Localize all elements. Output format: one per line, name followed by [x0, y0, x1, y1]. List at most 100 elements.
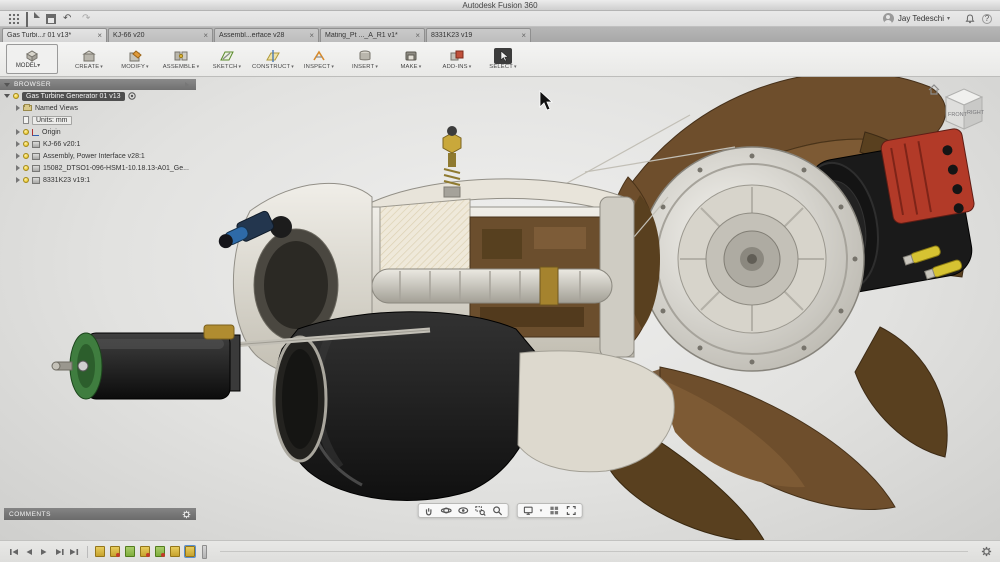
document-tab[interactable]: Gas Turbi...r 01 v13* × — [2, 28, 107, 42]
timeline-bar — [0, 540, 1000, 562]
comments-bar[interactable]: COMMENTS — [4, 508, 196, 520]
skip-to-end-icon[interactable] — [68, 546, 80, 558]
visibility-bulb-icon[interactable] — [23, 141, 29, 147]
chevron-right-icon[interactable] — [185, 82, 189, 88]
assemble-icon — [172, 48, 190, 64]
pan-icon[interactable] — [424, 505, 435, 516]
timeline-feature-icon[interactable] — [170, 546, 180, 557]
browser-root-item[interactable]: Gas Turbine Generator 01 v13 — [0, 90, 210, 102]
document-tab[interactable]: Mating_Pt ..._A_R1 v1* × — [320, 28, 425, 42]
browser-item-origin[interactable]: Origin — [0, 126, 210, 138]
viewcube-right-label[interactable]: RIGHT — [967, 110, 985, 116]
timeline-feature-icon[interactable] — [125, 546, 135, 557]
visibility-bulb-icon[interactable] — [23, 129, 29, 135]
grid-layout-icon[interactable] — [548, 505, 559, 516]
user-avatar[interactable] — [883, 13, 894, 24]
workspace-selector[interactable]: MODEL▾ — [6, 44, 58, 74]
home-icon[interactable] — [929, 85, 939, 94]
close-icon[interactable]: × — [309, 31, 314, 40]
timeline-feature-icon[interactable] — [140, 546, 150, 557]
document-tab[interactable]: 8331K23 v19 × — [426, 28, 531, 42]
expand-arrow-icon[interactable] — [4, 94, 10, 98]
timeline-position-marker[interactable] — [202, 545, 207, 559]
close-icon[interactable]: × — [521, 31, 526, 40]
close-icon[interactable]: × — [97, 31, 102, 40]
chevron-down-icon: ▾ — [239, 64, 242, 70]
chevron-down-icon[interactable]: ▾ — [540, 508, 543, 514]
activate-component-icon[interactable] — [128, 92, 136, 100]
zoom-window-icon[interactable] — [475, 505, 486, 516]
quick-access-bar: ↶ ↷ Jay Tedeschi ▾ ? — [0, 11, 1000, 27]
ribbon-group-assemble[interactable]: ASSEMBLE▾ — [158, 43, 204, 75]
expand-arrow-icon[interactable] — [16, 105, 20, 111]
timeline-feature-icon[interactable] — [110, 546, 120, 557]
notifications-icon[interactable] — [964, 13, 976, 25]
orbit-icon[interactable] — [441, 505, 452, 516]
ribbon-group-addins[interactable]: ADD-INS▾ — [434, 43, 480, 75]
inspect-icon — [310, 48, 328, 64]
lower-cowl[interactable] — [518, 351, 674, 472]
ribbon-group-construct[interactable]: CONSTRUCT▾ — [250, 43, 296, 75]
display-settings-icon[interactable] — [523, 505, 534, 516]
collapse-icon[interactable] — [4, 83, 10, 87]
compressor-housing[interactable] — [640, 147, 864, 371]
modify-icon — [126, 48, 144, 64]
chevron-down-icon: ▾ — [146, 64, 149, 70]
viewcube[interactable]: FRONT RIGHT — [926, 81, 990, 145]
timeline-feature-icon[interactable] — [95, 546, 105, 557]
expand-arrow-icon[interactable] — [16, 177, 20, 183]
close-icon[interactable]: × — [203, 31, 208, 40]
ribbon-group-sketch[interactable]: SKETCH▾ — [204, 43, 250, 75]
browser-item-units[interactable]: Units: mm — [0, 114, 210, 126]
document-tab[interactable]: Assembl...erface v28 × — [214, 28, 319, 42]
skip-to-start-icon[interactable] — [8, 546, 20, 558]
fullscreen-icon[interactable] — [565, 505, 576, 516]
addins-icon — [448, 48, 466, 64]
create-icon — [80, 48, 98, 64]
root-component-label[interactable]: Gas Turbine Generator 01 v13 — [22, 92, 125, 101]
ribbon-group-create[interactable]: CREATE▾ — [66, 43, 112, 75]
ribbon-group-make[interactable]: MAKE▾ — [388, 43, 434, 75]
chevron-down-icon[interactable]: ▾ — [947, 15, 950, 22]
visibility-bulb-icon[interactable] — [23, 153, 29, 159]
expand-arrow-icon[interactable] — [16, 129, 20, 135]
browser-item-component[interactable]: Assembly, Power Interface v28:1 — [0, 150, 210, 162]
step-back-icon[interactable] — [23, 546, 35, 558]
save-icon[interactable] — [46, 14, 56, 24]
close-icon[interactable]: × — [415, 31, 420, 40]
browser-item-component[interactable]: 15082_DTSO1-096-HSM1-10.18.13-A01_Ge... — [0, 162, 210, 174]
visibility-bulb-icon[interactable] — [23, 165, 29, 171]
document-tab[interactable]: KJ-66 v20 × — [108, 28, 213, 42]
timeline-feature-icon[interactable] — [155, 546, 165, 557]
chevron-down-icon: ▾ — [331, 64, 334, 70]
browser-item-named-views[interactable]: Named Views — [0, 102, 210, 114]
ribbon-group-modify[interactable]: MODIFY▾ — [112, 43, 158, 75]
model-workspace-icon — [25, 50, 39, 62]
visibility-bulb-icon[interactable] — [13, 93, 19, 99]
help-icon[interactable]: ? — [982, 14, 992, 24]
zoom-icon[interactable] — [492, 505, 503, 516]
viewport[interactable]: BROWSER Gas Turbine Generator 01 v13 Nam… — [0, 77, 1000, 540]
ribbon-group-insert[interactable]: INSERT▾ — [342, 43, 388, 75]
look-at-icon[interactable] — [458, 505, 469, 516]
play-icon[interactable] — [38, 546, 50, 558]
redo-icon[interactable]: ↷ — [82, 13, 94, 25]
step-forward-icon[interactable] — [53, 546, 65, 558]
undo-icon[interactable]: ↶ — [63, 13, 75, 25]
ribbon-group-inspect[interactable]: INSPECT▾ — [296, 43, 342, 75]
expand-arrow-icon[interactable] — [16, 141, 20, 147]
ribbon-group-select[interactable]: SELECT▾ — [480, 43, 526, 75]
comments-settings-icon[interactable] — [182, 510, 191, 519]
visibility-bulb-icon[interactable] — [23, 177, 29, 183]
browser-item-component[interactable]: 8331K23 v19:1 — [0, 174, 210, 186]
browser-header[interactable]: BROWSER — [0, 79, 196, 90]
user-name[interactable]: Jay Tedeschi — [898, 14, 944, 23]
expand-arrow-icon[interactable] — [16, 165, 20, 171]
viewcube-front-label[interactable]: FRONT — [948, 112, 968, 118]
app-launcher-icon[interactable] — [8, 13, 19, 24]
timeline-settings-icon[interactable] — [981, 546, 992, 557]
timeline-track[interactable] — [220, 551, 968, 552]
timeline-feature-icon[interactable] — [185, 546, 195, 557]
browser-item-component[interactable]: KJ-66 v20:1 — [0, 138, 210, 150]
expand-arrow-icon[interactable] — [16, 153, 20, 159]
